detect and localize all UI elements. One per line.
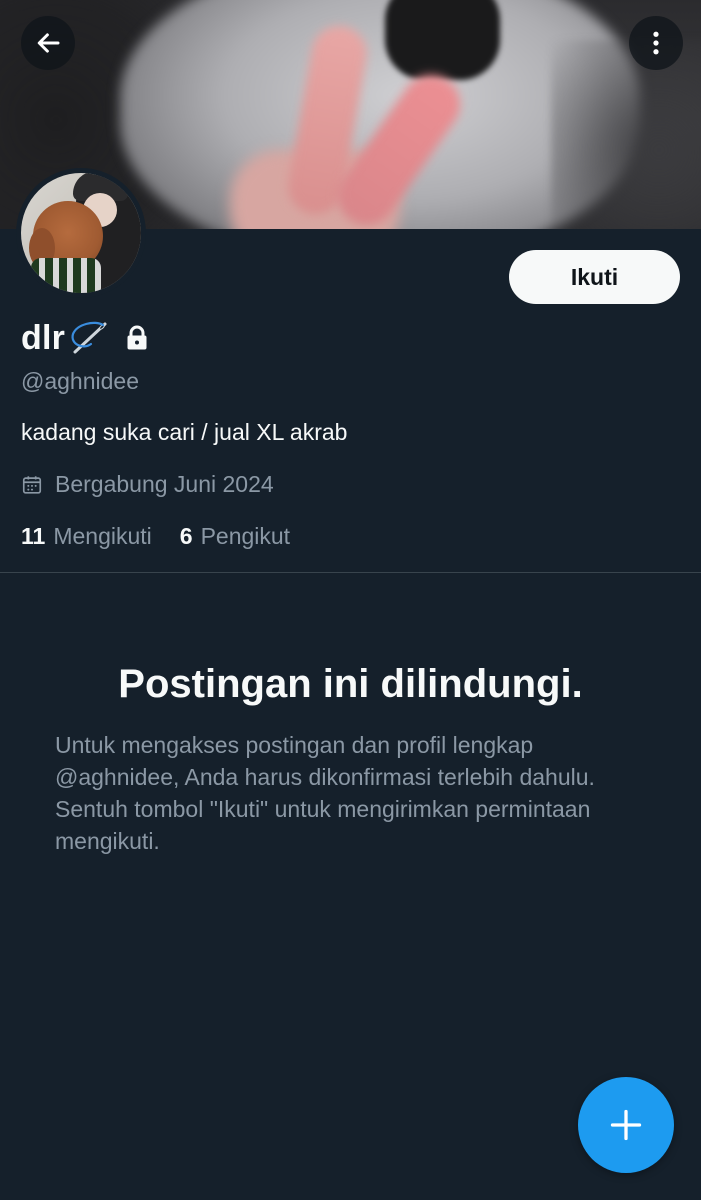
- banner-dark-object: [385, 0, 500, 80]
- lock-icon: [125, 325, 149, 351]
- more-vertical-icon: [641, 28, 671, 58]
- following-count: 11: [21, 523, 46, 549]
- avatar-dog-shirt: [31, 258, 101, 293]
- display-name: dlr: [21, 318, 66, 357]
- followers-label: Pengikut: [200, 523, 291, 549]
- followers-stat[interactable]: 6 Pengikut: [180, 523, 290, 550]
- profile-name-row: dlr: [21, 318, 149, 358]
- followers-count: 6: [179, 523, 193, 549]
- protected-description: Untuk mengakses postingan dan profil len…: [55, 732, 595, 854]
- following-label: Mengikuti: [53, 523, 152, 549]
- protected-title: Postingan ini dilindungi.: [118, 662, 583, 706]
- following-stat[interactable]: 11 Mengikuti: [21, 523, 152, 550]
- follow-stats: 11 Mengikuti 6 Pengikut: [21, 523, 318, 550]
- divider: [0, 572, 701, 573]
- needle-thread-icon: [67, 318, 111, 358]
- avatar[interactable]: [16, 168, 146, 298]
- more-options-button[interactable]: [629, 16, 683, 70]
- back-button[interactable]: [21, 16, 75, 70]
- compose-post-button[interactable]: [578, 1077, 674, 1173]
- follow-button[interactable]: Ikuti: [509, 250, 680, 304]
- joined-text: Bergabung Juni 2024: [55, 471, 274, 497]
- arrow-left-icon: [33, 28, 63, 58]
- banner-background: [551, 40, 701, 229]
- profile-bio: kadang suka cari / jual XL akrab: [21, 419, 348, 445]
- joined-date: Bergabung Juni 2024: [21, 471, 274, 498]
- profile-handle: @aghnidee: [21, 368, 139, 394]
- profile-screen: Ikuti dlr @aghnidee kadang suka cari / j…: [0, 0, 701, 1200]
- avatar-photo: [21, 173, 141, 293]
- plus-icon: [608, 1107, 644, 1143]
- calendar-icon: [21, 474, 43, 496]
